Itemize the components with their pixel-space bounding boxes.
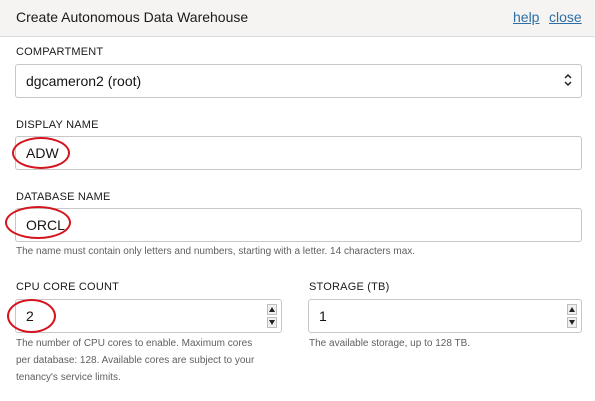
highlight-ring (12, 137, 70, 169)
storage-stepper[interactable] (567, 304, 577, 328)
storage-help: The available storage, up to 128 TB. (309, 338, 471, 349)
database-name-input[interactable]: ORCL (15, 208, 582, 242)
cpu-core-count-stepper[interactable] (267, 304, 277, 328)
display-name-input[interactable]: ADW (15, 136, 582, 170)
caret-up-icon (569, 307, 575, 312)
storage-label: STORAGE (TB) (309, 281, 390, 293)
dialog-title: Create Autonomous Data Warehouse (16, 9, 249, 25)
storage-value: 1 (319, 308, 327, 324)
decrement-button[interactable] (267, 317, 277, 328)
compartment-select[interactable]: dgcameron2 (root) (15, 64, 582, 98)
cpu-core-count-help-3: tenancy's service limits. (16, 372, 121, 383)
caret-up-icon (269, 307, 275, 312)
dialog-header: Create Autonomous Data Warehouse help cl… (0, 0, 595, 37)
increment-button[interactable] (567, 304, 577, 315)
database-name-label: DATABASE NAME (16, 191, 111, 203)
close-link[interactable]: close (549, 9, 582, 25)
database-name-help: The name must contain only letters and n… (16, 246, 416, 257)
highlight-ring (7, 299, 56, 333)
cpu-core-count-help-2: per database: 128. Available cores are s… (16, 355, 255, 366)
highlight-ring (5, 206, 71, 239)
select-arrows-icon (564, 73, 572, 87)
compartment-label: COMPARTMENT (16, 46, 104, 58)
display-name-label: DISPLAY NAME (16, 119, 99, 131)
increment-button[interactable] (267, 304, 277, 315)
help-link[interactable]: help (513, 9, 539, 25)
cpu-core-count-help-1: The number of CPU cores to enable. Maxim… (16, 338, 253, 349)
cpu-core-count-label: CPU CORE COUNT (16, 281, 120, 293)
caret-down-icon (269, 320, 275, 325)
decrement-button[interactable] (567, 317, 577, 328)
storage-input[interactable]: 1 (308, 299, 582, 333)
caret-down-icon (569, 320, 575, 325)
compartment-value: dgcameron2 (root) (26, 73, 142, 89)
